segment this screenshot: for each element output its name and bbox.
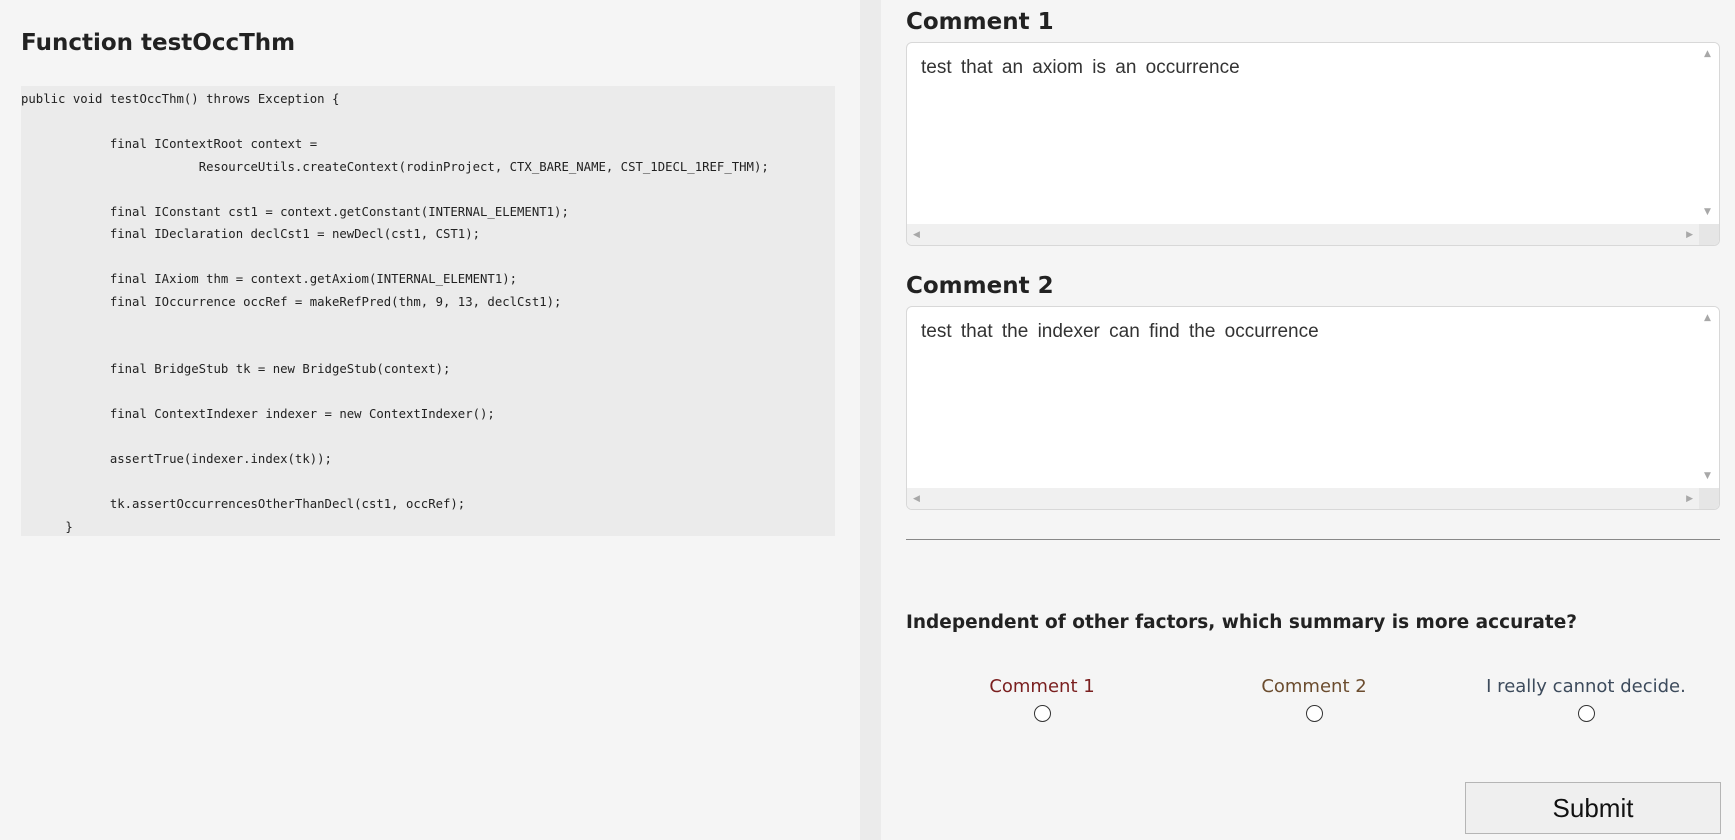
scroll-up-icon[interactable]: ▲ bbox=[1704, 49, 1711, 59]
function-panel: Function testOccThm public void testOccT… bbox=[0, 0, 860, 840]
option-cannot-decide[interactable]: I really cannot decide. bbox=[1466, 676, 1706, 726]
comment-2-textarea[interactable]: test that the indexer can find the occur… bbox=[906, 306, 1720, 510]
comment-2-horizontal-scrollbar[interactable]: ◀ ▶ bbox=[907, 488, 1699, 509]
comment-1-textarea[interactable]: test that an axiom is an occurrence ▲ ▼ … bbox=[906, 42, 1720, 246]
scroll-left-icon[interactable]: ◀ bbox=[913, 494, 920, 504]
submit-button[interactable]: Submit bbox=[1465, 782, 1721, 834]
pane-divider bbox=[860, 0, 881, 840]
section-divider bbox=[906, 539, 1720, 540]
comment-1-vertical-scrollbar[interactable]: ▲ ▼ bbox=[1699, 43, 1719, 225]
scroll-down-icon[interactable]: ▼ bbox=[1704, 471, 1711, 481]
comment-2-vertical-scrollbar[interactable]: ▲ ▼ bbox=[1699, 307, 1719, 489]
comment-1-heading: Comment 1 bbox=[906, 9, 1054, 35]
evaluation-panel: Comment 1 test that an axiom is an occur… bbox=[881, 0, 1735, 840]
option-radio[interactable] bbox=[1577, 705, 1595, 722]
function-title: Function testOccThm bbox=[21, 30, 296, 56]
option-radio[interactable] bbox=[1305, 705, 1323, 722]
question-text: Independent of other factors, which summ… bbox=[906, 612, 1577, 633]
comment-1-horizontal-scrollbar[interactable]: ◀ ▶ bbox=[907, 224, 1699, 245]
function-code: public void testOccThm() throws Exceptio… bbox=[21, 86, 835, 536]
scrollbar-corner bbox=[1699, 488, 1719, 509]
option-comment-1[interactable]: Comment 1 bbox=[922, 676, 1162, 726]
scrollbar-corner bbox=[1699, 224, 1719, 245]
comment-2-text: test that the indexer can find the occur… bbox=[921, 321, 1319, 342]
scroll-down-icon[interactable]: ▼ bbox=[1704, 207, 1711, 217]
option-label[interactable]: Comment 2 bbox=[1194, 676, 1434, 697]
comment-2-heading: Comment 2 bbox=[906, 273, 1054, 299]
comment-1-text: test that an axiom is an occurrence bbox=[921, 57, 1240, 78]
scroll-up-icon[interactable]: ▲ bbox=[1704, 313, 1711, 323]
scroll-right-icon[interactable]: ▶ bbox=[1686, 230, 1693, 240]
scroll-right-icon[interactable]: ▶ bbox=[1686, 494, 1693, 504]
option-radio[interactable] bbox=[1033, 705, 1051, 722]
scroll-left-icon[interactable]: ◀ bbox=[913, 230, 920, 240]
option-label[interactable]: Comment 1 bbox=[922, 676, 1162, 697]
option-label[interactable]: I really cannot decide. bbox=[1466, 676, 1706, 697]
option-comment-2[interactable]: Comment 2 bbox=[1194, 676, 1434, 726]
